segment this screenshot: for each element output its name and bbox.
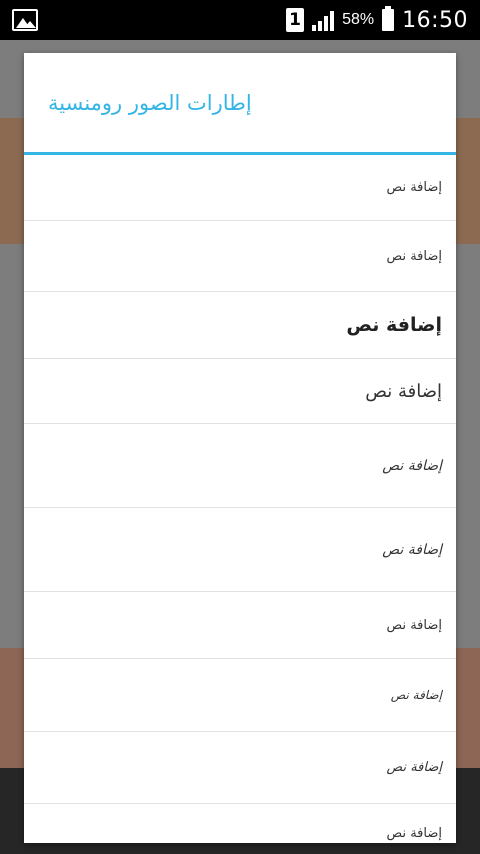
font-option[interactable]: إضافة نص bbox=[24, 592, 456, 659]
font-option[interactable]: إضافة نص bbox=[24, 424, 456, 508]
font-option[interactable]: إضافة نص bbox=[24, 732, 456, 804]
font-option[interactable]: إضافة نص bbox=[24, 508, 456, 592]
sim-icon: 1 bbox=[286, 8, 305, 32]
font-option[interactable]: إضافة نص bbox=[24, 359, 456, 424]
battery-icon bbox=[382, 6, 395, 31]
status-bar-left bbox=[12, 9, 38, 31]
image-icon bbox=[12, 9, 38, 31]
font-option[interactable]: إضافة نص bbox=[24, 659, 456, 732]
signal-icon bbox=[312, 9, 335, 31]
font-option-list[interactable]: إضافة نص إضافة نص إضافة نص إضافة نص إضاف… bbox=[24, 155, 456, 843]
font-option[interactable]: إضافة نص bbox=[24, 292, 456, 359]
font-picker-dialog: إطارات الصور رومنسية إضافة نص إضافة نص إ… bbox=[24, 53, 456, 843]
font-option[interactable]: إضافة نص bbox=[24, 155, 456, 221]
status-bar-right: 1 58% 16:50 bbox=[286, 6, 468, 33]
font-option[interactable]: إضافة نص bbox=[24, 221, 456, 292]
dialog-title: إطارات الصور رومنسية bbox=[24, 53, 456, 155]
status-bar: 1 58% 16:50 bbox=[0, 0, 480, 40]
battery-percent: 58% bbox=[342, 11, 375, 28]
clock: 16:50 bbox=[402, 7, 468, 33]
font-option[interactable]: إضافة نص bbox=[24, 804, 456, 843]
